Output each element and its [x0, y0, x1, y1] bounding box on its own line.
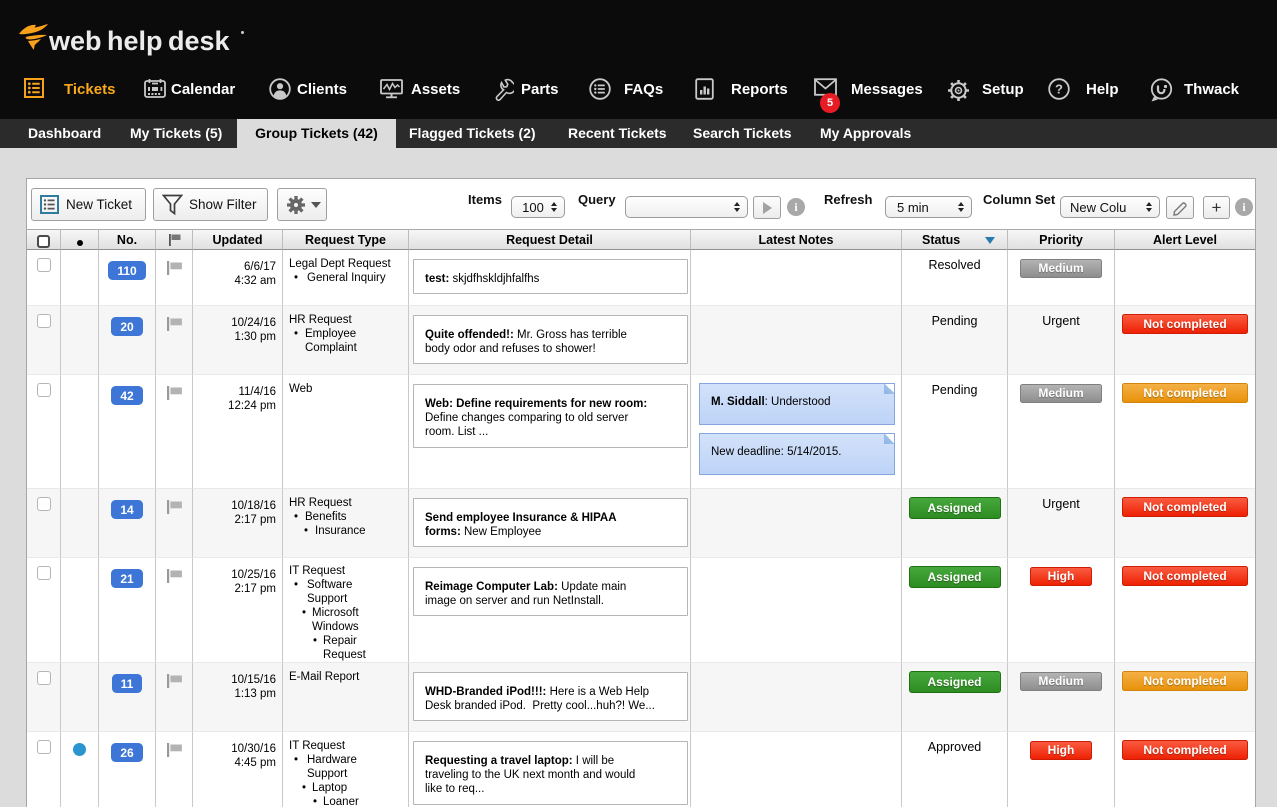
- svg-text:?: ?: [1055, 82, 1063, 97]
